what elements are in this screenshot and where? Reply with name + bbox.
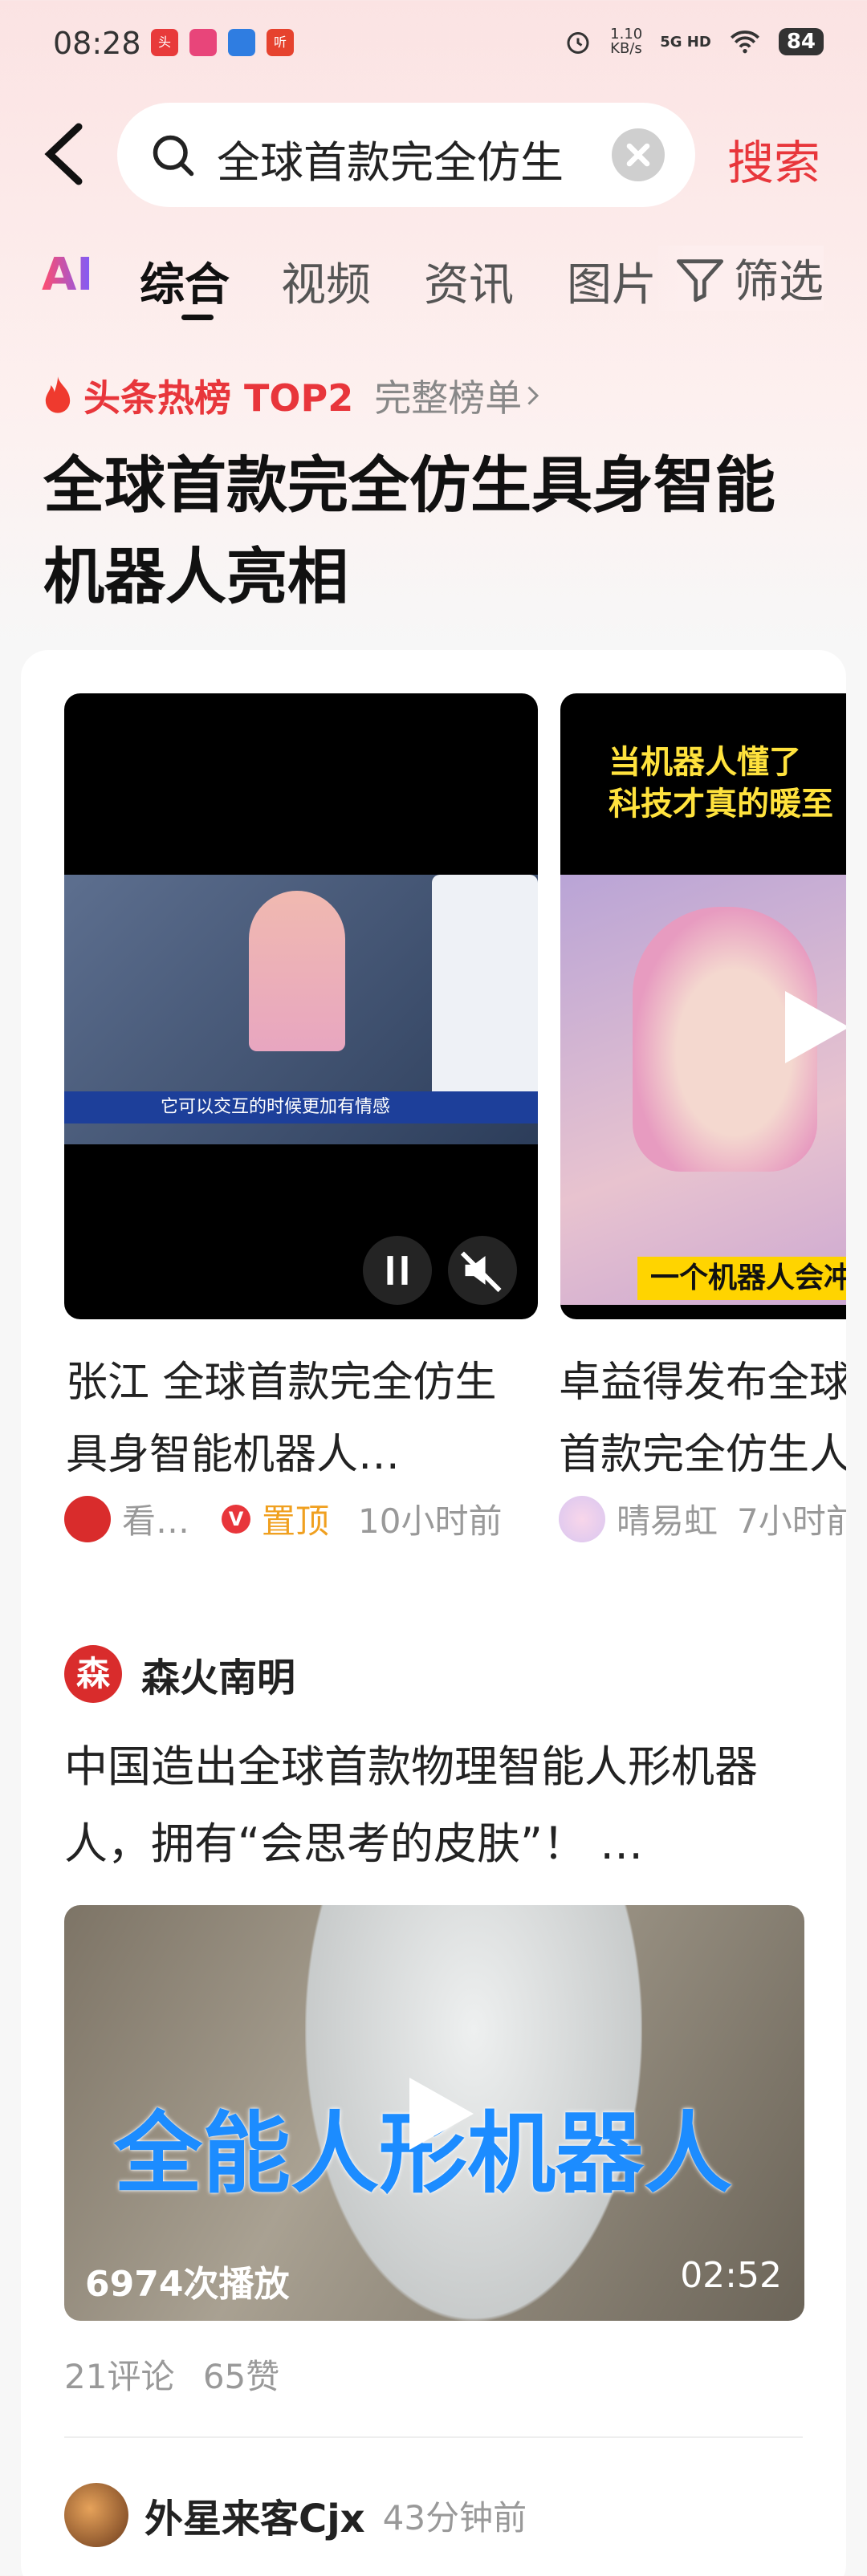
pinned-badge: 置顶	[262, 1501, 330, 1541]
video-title[interactable]: 卓益得发布全球首款完全仿生人形	[559, 1347, 846, 1491]
timestamp: 7小时前	[737, 1501, 846, 1541]
hot-rank-label: 头条热榜 TOP2	[83, 376, 354, 420]
notification-icons: 头 听	[151, 29, 294, 56]
tab-ai[interactable]: AI	[42, 249, 93, 301]
app-icon	[189, 29, 217, 56]
topic-headline[interactable]: 全球首款完全仿生具身智能机器人亮相	[43, 440, 814, 623]
video-thumbnail[interactable]: 它可以交互的时候更加有情感	[64, 693, 538, 1319]
result-tabs: AI 综合 视频 资讯 图片 筛选	[0, 241, 867, 329]
back-arrow-icon[interactable]	[40, 120, 88, 188]
flame-icon	[45, 376, 71, 413]
search-bar-row: 全球首款完全仿生 搜索	[0, 103, 867, 207]
filter-icon	[676, 258, 724, 302]
search-input[interactable]: 全球首款完全仿生	[117, 103, 695, 207]
net-speed: 1.10 KB/s	[610, 26, 643, 57]
video-thumbnail[interactable]: 当机器人懂了 科技才真的暖至 一个机器人会冲	[560, 693, 846, 1319]
chevron-right-icon	[527, 386, 539, 405]
author-name[interactable]: 外星来客Cjx	[144, 2487, 365, 2543]
clear-icon[interactable]	[612, 128, 665, 181]
video-frame: 它可以交互的时候更加有情感	[64, 875, 538, 1144]
video-thumbnail[interactable]: 全能人形机器人 6974次播放 02:52	[64, 1905, 804, 2321]
video-title[interactable]: 张江 全球首款完全仿生具身智能机器人…	[66, 1347, 531, 1491]
video-frame	[560, 875, 846, 1305]
post-header[interactable]: 森 森火南明	[64, 1645, 295, 1703]
results-card: 它可以交互的时候更加有情感 当机器人懂了 科技才真的暖至 一个机器人会冲 张江 …	[21, 650, 846, 2576]
filter-label: 筛选	[734, 256, 824, 308]
chat-panel	[432, 875, 538, 1107]
status-right: 1.10 KB/s 5G HD 84	[564, 27, 824, 56]
avatar[interactable]: 森	[64, 1645, 122, 1703]
tab-images[interactable]: 图片	[567, 249, 657, 314]
news-caption-bar: 它可以交互的时候更加有情感	[64, 1091, 538, 1123]
wifi-icon	[730, 30, 759, 54]
robot-figure	[249, 891, 345, 1051]
tab-news[interactable]: 资讯	[424, 249, 514, 314]
author-name[interactable]: 晴易虹	[617, 1494, 718, 1543]
status-bar: 08:28 头 听 1.10 KB/s 5G HD 84	[0, 0, 867, 88]
post-header[interactable]: 外星来客Cjx 43分钟前	[64, 2483, 527, 2547]
search-query[interactable]: 全球首款完全仿生	[217, 127, 602, 190]
comment-count[interactable]: 21评论	[64, 2357, 174, 2396]
divider	[64, 2436, 803, 2438]
tab-all[interactable]: 综合	[140, 249, 230, 314]
search-button[interactable]: 搜索	[727, 125, 820, 193]
avatar[interactable]	[64, 1495, 111, 1542]
author-name[interactable]: 看…	[122, 1494, 189, 1543]
battery-indicator: 84	[778, 28, 824, 55]
full-list-link[interactable]: 完整榜单	[374, 369, 522, 422]
signal-label: 5G HD	[660, 33, 711, 51]
timestamp: 43分钟前	[382, 2497, 527, 2537]
avatar[interactable]	[559, 1495, 605, 1542]
app-icon	[228, 29, 255, 56]
tab-video[interactable]: 视频	[281, 249, 371, 314]
alarm-icon	[567, 32, 589, 54]
avatar[interactable]	[64, 2483, 128, 2547]
listen-app-icon: 听	[267, 29, 294, 56]
timestamp: 10小时前	[358, 1501, 503, 1541]
video-overlay-caption: 一个机器人会冲	[637, 1257, 846, 1300]
search-icon	[153, 135, 194, 177]
mute-button[interactable]	[448, 1236, 517, 1305]
pause-button[interactable]	[363, 1236, 432, 1305]
active-tab-indicator	[181, 315, 214, 320]
video-meta: 看… V 置顶 10小时前	[64, 1494, 502, 1543]
video-duration: 02:52	[680, 2255, 782, 2296]
play-count: 6974次播放	[85, 2264, 290, 2305]
toutiao-app-icon: 头	[151, 29, 178, 56]
author-name[interactable]: 森火南明	[141, 1646, 295, 1702]
post-text[interactable]: 中国造出全球首款物理智能人形机器人，拥有“会思考的皮肤”！ …	[64, 1729, 811, 1883]
video-meta: 晴易虹 7小时前	[559, 1494, 846, 1543]
verified-icon: V	[222, 1504, 251, 1534]
play-icon[interactable]	[761, 979, 846, 1075]
status-time: 08:28	[53, 26, 141, 61]
like-count[interactable]: 65赞	[203, 2357, 279, 2396]
play-icon[interactable]	[385, 2066, 482, 2162]
post-stats: 21评论 65赞	[64, 2350, 279, 2399]
video-overlay-title: 当机器人懂了 科技才真的暖至	[609, 744, 833, 823]
hot-list-link[interactable]: 头条热榜 TOP2 完整榜单	[40, 369, 543, 422]
filter-button[interactable]: 筛选	[658, 246, 824, 311]
